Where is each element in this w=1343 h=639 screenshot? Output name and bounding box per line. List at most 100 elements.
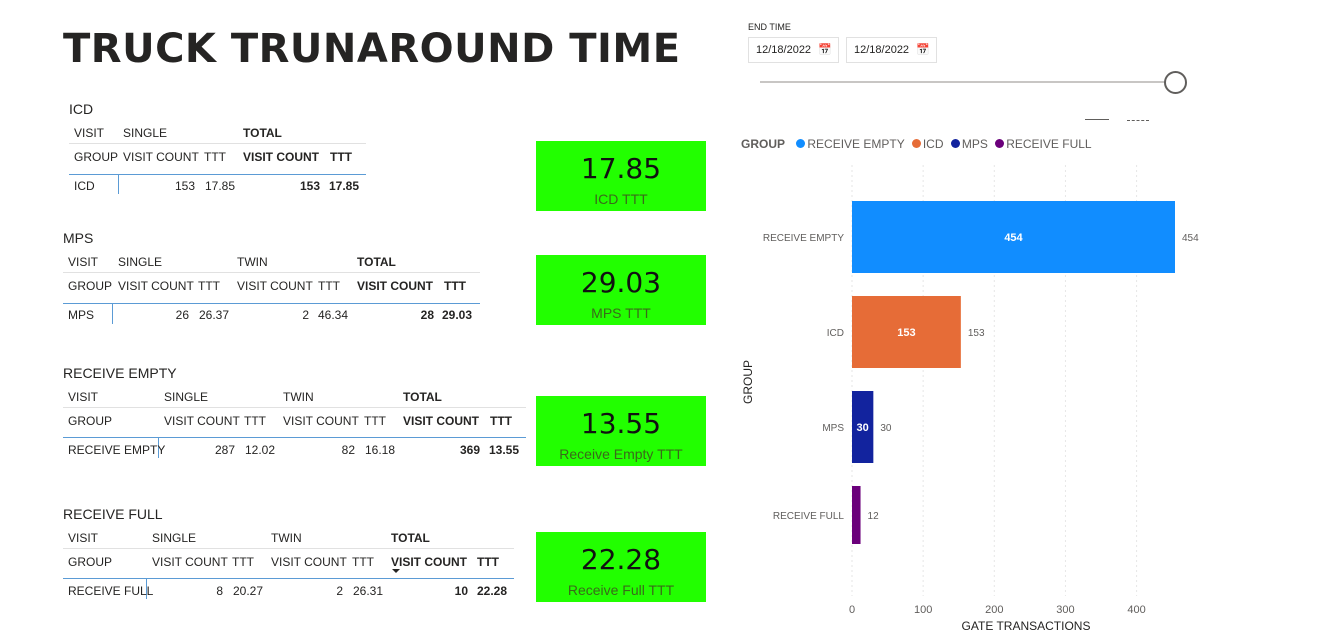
- legend-item[interactable]: ICD: [923, 137, 944, 151]
- receive-empty-table-title: RECEIVE EMPTY: [63, 365, 177, 381]
- col-header-total-ttt: TTT: [330, 150, 352, 164]
- row-single-visit-count: 153: [174, 179, 195, 193]
- receive-full-ttt-card: 22.28 Receive Full TTT: [536, 532, 706, 602]
- col-header-twin-ttt: TTT: [318, 279, 340, 293]
- legend-dot-icon: [950, 139, 960, 148]
- gate-transactions-bar-chart: 0 100 200 300 400 RECEIVE EMPTY 454 454 ICD 153 15…: [741, 165, 1199, 633]
- col-header-single: SINGLE: [118, 255, 163, 269]
- x-axis-title: GATE TRANSACTIONS: [962, 619, 1091, 633]
- start-date-value: 12/18/2022: [756, 44, 812, 56]
- col-header-visit-count: VISIT COUNT: [123, 150, 199, 164]
- receive-empty-ttt-card: 13.55 Receive Empty TTT: [536, 396, 706, 466]
- end-date-input[interactable]: 12/18/2022 📅: [846, 37, 937, 63]
- col-header-twin: TWIN: [271, 531, 302, 545]
- date-slider-track[interactable]: [760, 81, 1170, 83]
- col-header-group: GROUP: [74, 150, 119, 164]
- col-header-visit-count: VISIT COUNT: [118, 279, 194, 293]
- col-header-total: TOTAL: [243, 126, 282, 140]
- card-value: 29.03: [580, 266, 662, 299]
- card-value: 17.85: [580, 152, 662, 185]
- row-group-cell: RECEIVE EMPTY: [68, 443, 166, 457]
- bar-inside-label: 153: [897, 327, 915, 339]
- legend-item[interactable]: RECEIVE EMPTY: [807, 137, 904, 151]
- date-slider-handle[interactable]: [1164, 71, 1187, 94]
- col-header-total-ttt: TTT: [477, 555, 499, 569]
- col-header-total-visit-count: VISIT COUNT: [403, 414, 480, 428]
- legend-item[interactable]: MPS: [962, 137, 988, 151]
- legend-dot-icon: [796, 139, 806, 148]
- bar-data-label: 12: [868, 511, 880, 522]
- col-header-total-visit-count[interactable]: VISIT COUNT: [391, 555, 467, 569]
- row-single-ttt: 26.37: [199, 308, 230, 322]
- row-twin-visit-count: 2: [336, 584, 343, 598]
- end-time-filter-label: END TIME: [748, 22, 791, 32]
- calendar-icon[interactable]: 📅: [818, 43, 832, 56]
- col-header-twin-visit-count: VISIT COUNT: [237, 279, 313, 293]
- card-label: Receive Full TTT: [567, 582, 675, 598]
- col-header-total-visit-count: VISIT COUNT: [243, 150, 320, 164]
- row-group-cell: MPS: [68, 308, 95, 322]
- legend-title: GROUP: [741, 137, 786, 151]
- x-tick-label: 0: [849, 604, 855, 616]
- y-category-label: RECEIVE FULL: [773, 511, 845, 522]
- y-category-label: RECEIVE EMPTY: [763, 233, 844, 244]
- x-tick-label: 300: [1056, 604, 1074, 616]
- icd-ttt-card: 17.85 ICD TTT: [536, 141, 706, 211]
- sort-desc-icon[interactable]: [392, 569, 400, 573]
- calendar-icon[interactable]: 📅: [916, 43, 930, 56]
- row-single-visit-count: 287: [214, 443, 235, 457]
- row-total-ttt: 29.03: [442, 308, 473, 322]
- col-header-visit-count: VISIT COUNT: [152, 555, 228, 569]
- x-tick-label: 100: [914, 604, 932, 616]
- y-category-label: ICD: [827, 328, 844, 339]
- col-header-visit: VISIT: [68, 255, 99, 269]
- card-value: 13.55: [580, 407, 662, 440]
- col-header-twin: TWIN: [237, 255, 268, 269]
- col-header-total: TOTAL: [357, 255, 396, 269]
- x-tick-label: 400: [1127, 604, 1145, 616]
- col-header-total: TOTAL: [403, 390, 442, 404]
- bar-data-label: 30: [880, 423, 892, 434]
- col-header-ttt: TTT: [198, 279, 220, 293]
- bar-data-label: 153: [968, 328, 985, 339]
- col-header-visit: VISIT: [74, 126, 105, 140]
- col-header-visit: VISIT: [68, 531, 99, 545]
- col-header-ttt: TTT: [204, 150, 226, 164]
- legend-dot-icon: [995, 139, 1005, 148]
- col-header-total-ttt: TTT: [490, 414, 512, 428]
- row-twin-visit-count: 2: [302, 308, 309, 322]
- col-header-total-ttt: TTT: [444, 279, 466, 293]
- row-total-ttt: 22.28: [477, 584, 508, 598]
- col-header-twin: TWIN: [283, 390, 314, 404]
- row-single-ttt: 20.27: [233, 584, 264, 598]
- legend-item[interactable]: RECEIVE FULL: [1006, 137, 1091, 151]
- card-label: Receive Empty TTT: [559, 446, 683, 462]
- row-group-cell: ICD: [74, 179, 95, 193]
- col-header-ttt: TTT: [244, 414, 266, 428]
- row-twin-visit-count: 82: [341, 443, 355, 457]
- row-twin-ttt: 46.34: [318, 308, 349, 322]
- row-total-visit-count: 28: [420, 308, 434, 322]
- row-single-visit-count: 8: [216, 584, 223, 598]
- bar-data-label: 454: [1182, 233, 1199, 244]
- bar[interactable]: [852, 486, 861, 544]
- chart-legend: GROUP RECEIVE EMPTY ICD MPS RECEIVE FULL: [741, 137, 1092, 151]
- col-header-twin-ttt: TTT: [364, 414, 386, 428]
- col-header-twin-visit-count: VISIT COUNT: [271, 555, 347, 569]
- col-header-ttt: TTT: [232, 555, 254, 569]
- mps-ttt-card: 29.03 MPS TTT: [536, 255, 706, 325]
- start-date-input[interactable]: 12/18/2022 📅: [748, 37, 839, 63]
- col-header-single: SINGLE: [152, 531, 197, 545]
- card-label: ICD TTT: [594, 191, 648, 207]
- row-total-ttt: 17.85: [329, 179, 360, 193]
- focus-mode-icon[interactable]: [1085, 119, 1109, 123]
- end-date-value: 12/18/2022: [854, 44, 910, 56]
- row-total-ttt: 13.55: [489, 443, 520, 457]
- row-total-visit-count: 10: [454, 584, 468, 598]
- row-twin-ttt: 26.31: [353, 584, 384, 598]
- col-header-single: SINGLE: [123, 126, 168, 140]
- more-options-icon[interactable]: [1127, 120, 1149, 123]
- row-total-visit-count: 153: [299, 179, 320, 193]
- card-value: 22.28: [580, 543, 662, 576]
- col-header-group: GROUP: [68, 279, 113, 293]
